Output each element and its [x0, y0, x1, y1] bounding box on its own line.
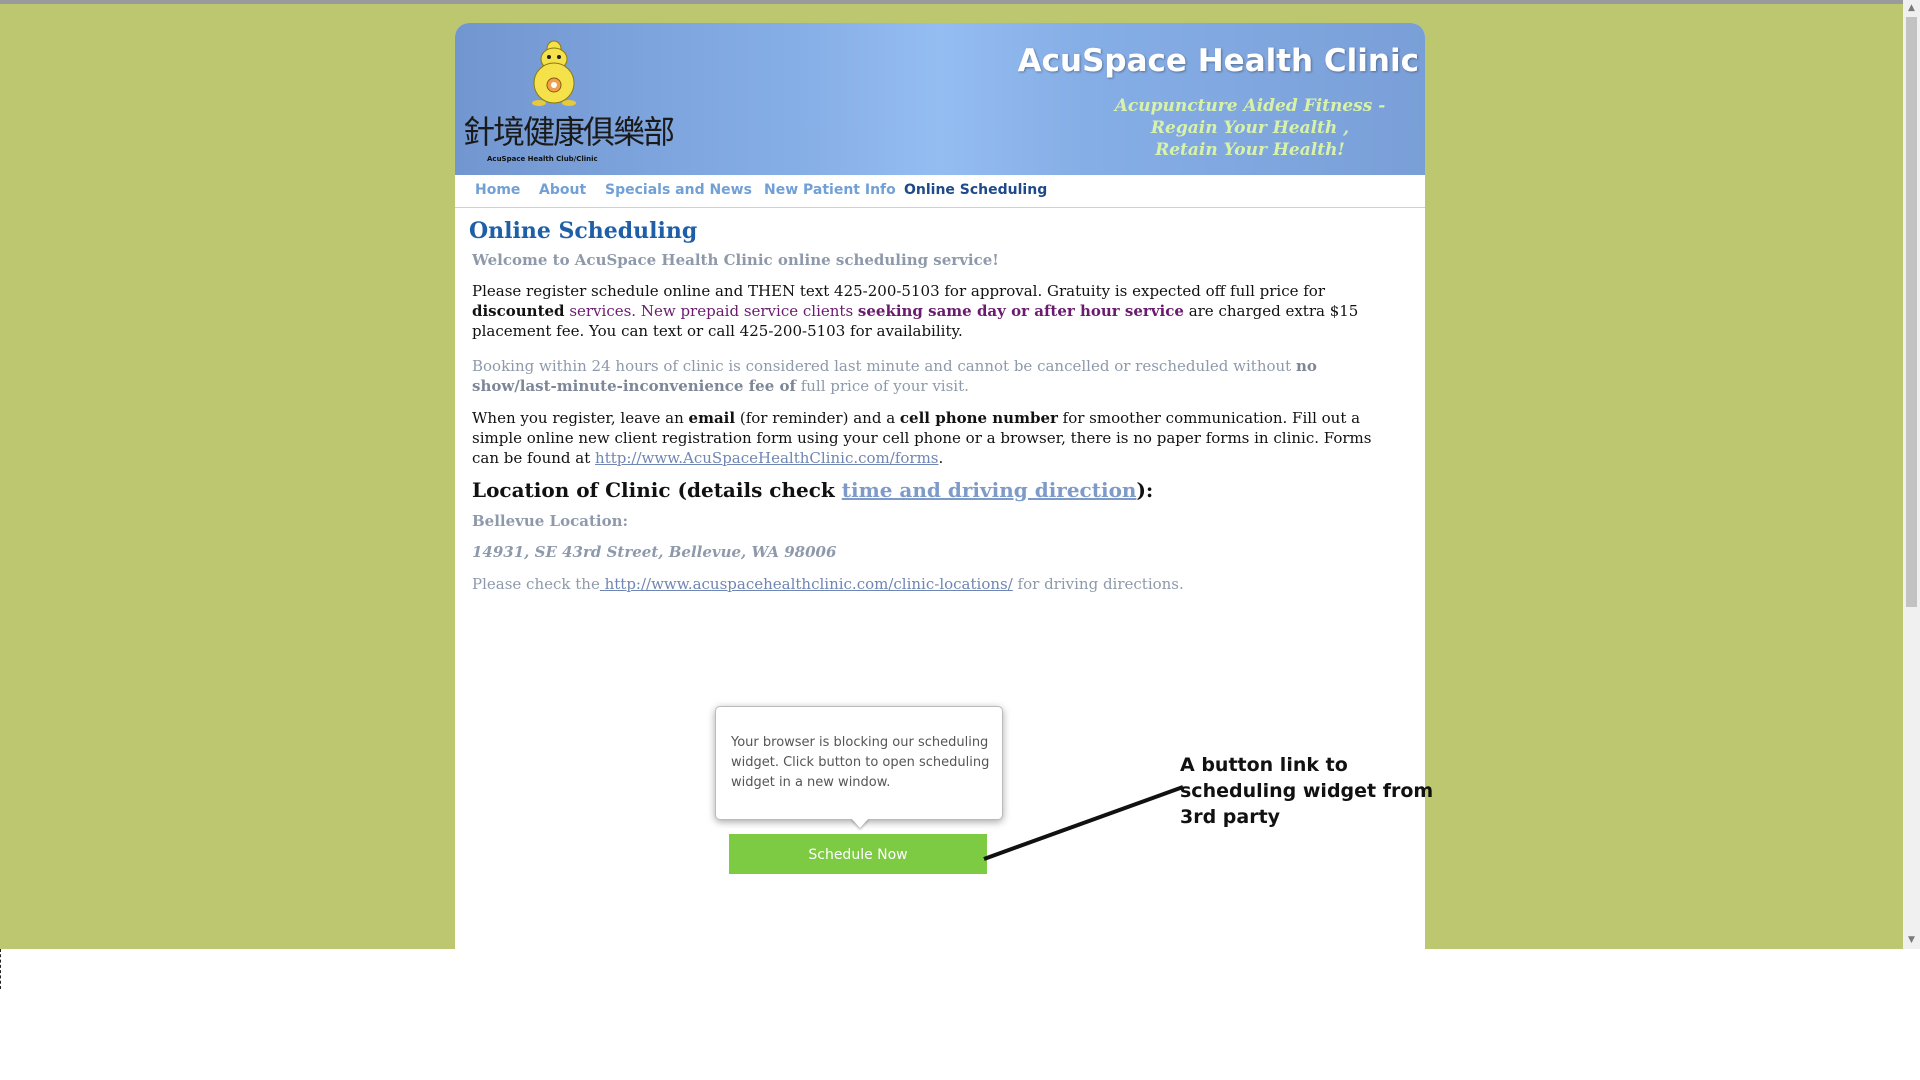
- logo-chinese-text: 針境健康俱樂部: [463, 113, 675, 151]
- widget-blocked-tooltip: Your browser is blocking our scheduling …: [715, 706, 1003, 820]
- scrollbar-thumb[interactable]: [1906, 17, 1917, 607]
- scroll-up-icon[interactable]: ▲: [1903, 0, 1920, 17]
- site-tagline: Acupuncture Aided Fitness - Regain Your …: [1085, 95, 1415, 161]
- annotation-text: A button link to scheduling widget from …: [1180, 754, 1434, 828]
- paragraph-text: (for reminder) and a: [735, 409, 900, 427]
- register-info-paragraph: When you register, leave an email (for r…: [472, 408, 1387, 468]
- text-cursor-mark: [0, 949, 4, 989]
- schedule-now-button[interactable]: Schedule Now: [729, 834, 987, 874]
- heading-text: ):: [1136, 478, 1154, 502]
- nav-new-patient-info[interactable]: New Patient Info: [764, 182, 896, 198]
- paragraph-text: full price of your visit.: [795, 377, 969, 395]
- tagline-line: Acupuncture Aided Fitness -: [1114, 96, 1386, 116]
- driving-direction-link[interactable]: time and driving direction: [842, 478, 1137, 502]
- heading-text: Location of Clinic (details check: [472, 478, 842, 502]
- emphasis-text: email: [688, 409, 736, 427]
- site-logo[interactable]: 針境健康俱樂部 AcuSpace Health Club/Clinic: [463, 35, 675, 170]
- clinic-locations-link[interactable]: http://www.acuspacehealthclinic.com/clin…: [600, 575, 1013, 593]
- registration-paragraph: Please register schedule online and THEN…: [472, 281, 1387, 341]
- scroll-down-icon[interactable]: ▼: [1903, 932, 1920, 949]
- emphasis-text: discounted: [472, 302, 565, 320]
- tooltip-arrow: [851, 818, 869, 828]
- main-nav: Home About Specials and News New Patient…: [455, 175, 1425, 208]
- logo-subtitle: AcuSpace Health Club/Clinic: [487, 155, 598, 163]
- tagline-line: Regain Your Health ,: [1150, 118, 1350, 138]
- emphasis-text: seeking same day or after hour service: [857, 302, 1184, 320]
- mascot-logo-icon: [532, 40, 576, 106]
- bellevue-location-label: Bellevue Location:: [472, 512, 629, 530]
- nav-about[interactable]: About: [539, 182, 586, 198]
- paragraph-text: Please check the: [472, 575, 600, 593]
- site-title: AcuSpace Health Clinic: [1017, 43, 1419, 79]
- browser-viewport: 針境健康俱樂部 AcuSpace Health Club/Clinic AcuS…: [0, 0, 1903, 949]
- clinic-address: 14931, SE 43rd Street, Bellevue, WA 9800…: [472, 543, 837, 561]
- forms-link[interactable]: http://www.AcuSpaceHealthClinic.com/form…: [595, 449, 938, 467]
- site-header: 針境健康俱樂部 AcuSpace Health Club/Clinic AcuS…: [455, 23, 1425, 175]
- emphasis-text: cell phone number: [899, 409, 1058, 427]
- directions-paragraph: Please check the http://www.acuspaceheal…: [472, 574, 1387, 594]
- paragraph-text: services. New prepaid service clients: [564, 302, 858, 320]
- location-heading: Location of Clinic (details check time a…: [472, 478, 1153, 502]
- paragraph-text: Booking within 24 hours of clinic is con…: [472, 357, 1296, 375]
- paragraph-text: Please register schedule online and THEN…: [472, 282, 1326, 300]
- welcome-text: Welcome to AcuSpace Health Clinic online…: [472, 251, 999, 269]
- vertical-scrollbar[interactable]: ▲ ▼: [1903, 0, 1920, 949]
- nav-home[interactable]: Home: [475, 182, 520, 198]
- page-title: Online Scheduling: [469, 218, 698, 244]
- paragraph-text: When you register, leave an: [472, 409, 689, 427]
- paragraph-text: .: [938, 449, 944, 467]
- paragraph-text: for driving directions.: [1012, 575, 1184, 593]
- nav-specials-and-news[interactable]: Specials and News: [605, 182, 752, 198]
- tagline-line: Retain Your Health!: [1155, 140, 1345, 160]
- cancellation-policy-paragraph: Booking within 24 hours of clinic is con…: [472, 356, 1387, 396]
- top-border: [0, 0, 1903, 4]
- nav-online-scheduling[interactable]: Online Scheduling: [904, 182, 1047, 198]
- widget-blocked-message: Your browser is blocking our scheduling …: [731, 735, 990, 790]
